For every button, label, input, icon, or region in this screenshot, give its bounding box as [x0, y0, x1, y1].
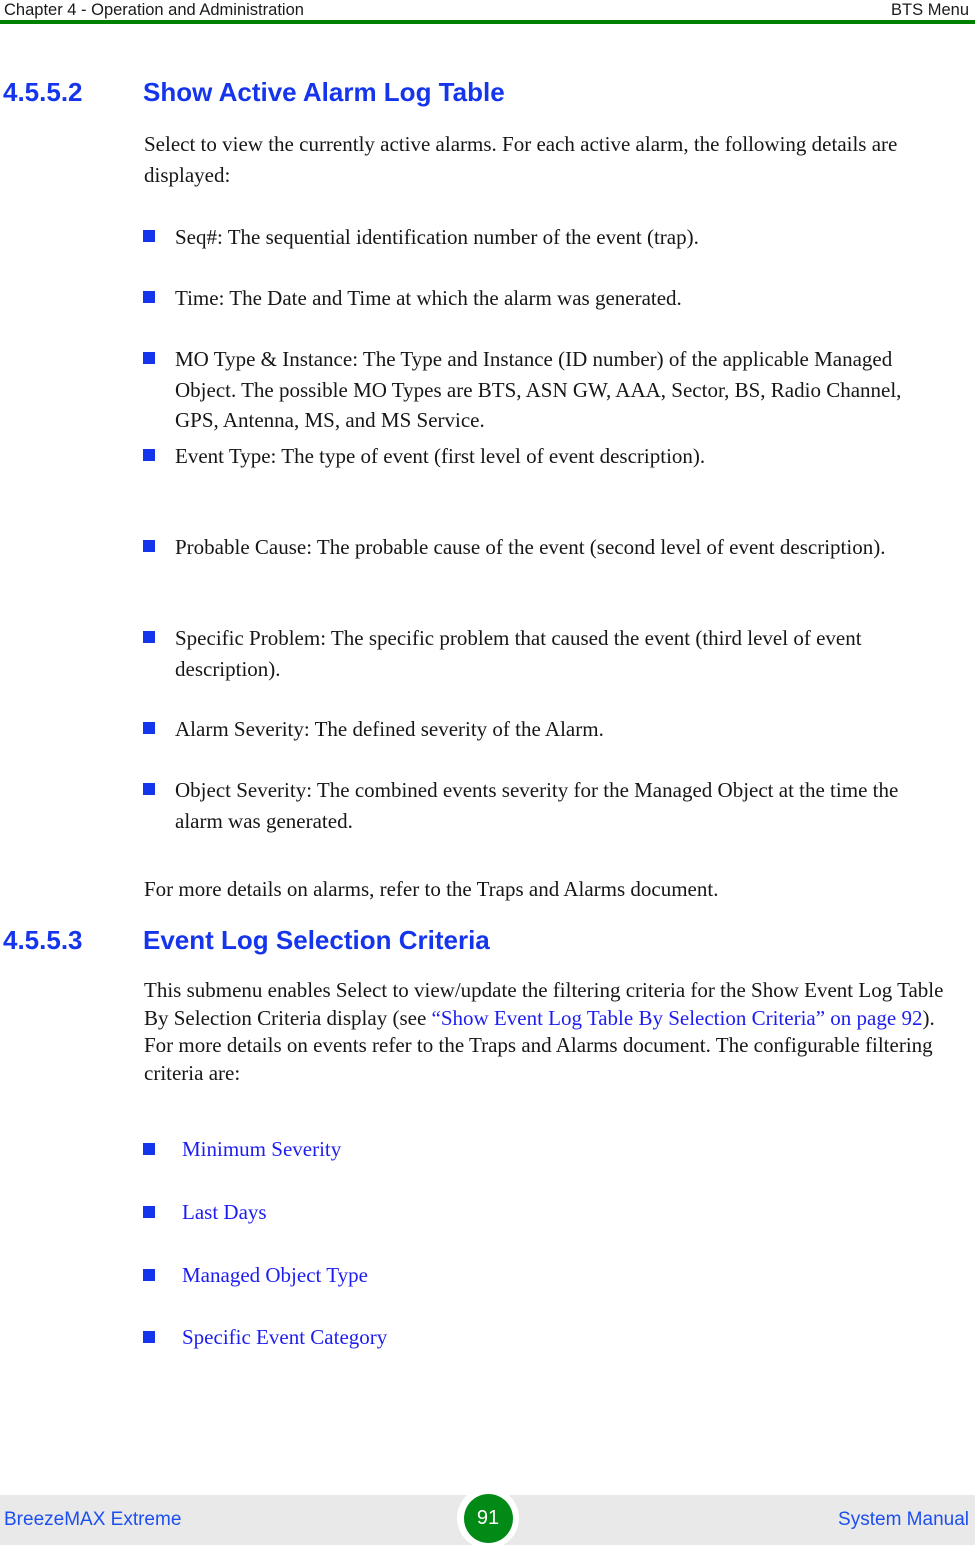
header-rule-divider — [0, 20, 975, 24]
list-item[interactable]: Managed Object Type — [143, 1260, 643, 1291]
list-item-label: Probable Cause: The probable cause of th… — [175, 535, 886, 559]
section-number: 4.5.5.2 — [3, 77, 83, 107]
bullet-square-icon — [143, 1331, 155, 1343]
section-closing-paragraph: For more details on alarms, refer to the… — [144, 877, 719, 901]
footer-manual-label: System Manual — [838, 1509, 969, 1530]
list-item[interactable]: Last Days — [143, 1197, 643, 1228]
cross-reference-link[interactable]: “Show Event Log Table By Selection Crite… — [432, 1006, 923, 1030]
section-number: 4.5.5.3 — [3, 925, 83, 955]
section-heading-4-5-5-2: 4.5.5.2 Show Active Alarm Log Table — [3, 77, 963, 107]
header-chapter-label: Chapter 4 - Operation and Administration — [4, 1, 304, 19]
page-running-footer: BreezeMAX Extreme 91 System Manual — [0, 1487, 975, 1549]
criteria-link-managed-object-type[interactable]: Managed Object Type — [182, 1260, 643, 1291]
list-item: MO Type & Instance: The Type and Instanc… — [143, 344, 948, 436]
header-section-label: BTS Menu — [891, 1, 969, 19]
bullet-square-icon — [143, 352, 155, 364]
bullet-square-icon — [143, 1206, 155, 1218]
bullet-square-icon — [143, 1269, 155, 1281]
bullet-square-icon — [143, 783, 155, 795]
page-number-disc: 91 — [463, 1493, 513, 1543]
bullet-square-icon — [143, 722, 155, 734]
list-item: Probable Cause: The probable cause of th… — [143, 532, 913, 563]
list-item-label: Seq#: The sequential identification numb… — [175, 225, 699, 249]
footer-product-label: BreezeMAX Extreme — [4, 1509, 182, 1530]
section-heading-4-5-5-3: 4.5.5.3 Event Log Selection Criteria — [3, 925, 963, 955]
page-number-badge: 91 — [457, 1487, 519, 1549]
bullet-square-icon — [143, 631, 155, 643]
list-item[interactable]: Specific Event Category — [143, 1322, 643, 1353]
list-item: Object Severity: The combined events sev… — [143, 775, 943, 836]
list-item-label: Specific Problem: The specific problem t… — [175, 626, 862, 681]
criteria-link-specific-event-category[interactable]: Specific Event Category — [182, 1322, 643, 1353]
bullet-square-icon — [143, 1143, 155, 1155]
criteria-link-last-days[interactable]: Last Days — [182, 1197, 643, 1228]
criteria-link-minimum-severity[interactable]: Minimum Severity — [182, 1134, 643, 1165]
list-item: Seq#: The sequential identification numb… — [143, 222, 943, 253]
list-item-label: Event Type: The type of event (first lev… — [175, 444, 706, 468]
page-number-label: 91 — [476, 1507, 500, 1529]
list-item-label: Object Severity: The combined events sev… — [175, 778, 899, 833]
section-title: Event Log Selection Criteria — [143, 925, 490, 955]
page-running-header: Chapter 4 - Operation and Administration… — [0, 0, 975, 24]
list-item: Event Type: The type of event (first lev… — [143, 441, 943, 472]
list-item-label: Time: The Date and Time at which the ala… — [175, 286, 682, 310]
bullet-square-icon — [143, 449, 155, 461]
list-item: Time: The Date and Time at which the ala… — [143, 283, 943, 314]
list-item-label: MO Type & Instance: The Type and Instanc… — [175, 347, 902, 432]
list-item: Specific Problem: The specific problem t… — [143, 623, 933, 684]
section-body-paragraph: This submenu enables Select to view/upda… — [144, 977, 964, 1087]
section-intro-paragraph: Select to view the currently active alar… — [144, 132, 898, 187]
section-title: Show Active Alarm Log Table — [143, 77, 505, 107]
bullet-square-icon — [143, 540, 155, 552]
list-item: Alarm Severity: The defined severity of … — [143, 714, 943, 745]
list-item-label: Alarm Severity: The defined severity of … — [175, 717, 604, 741]
bullet-square-icon — [143, 230, 155, 242]
list-item[interactable]: Minimum Severity — [143, 1134, 643, 1165]
bullet-square-icon — [143, 291, 155, 303]
